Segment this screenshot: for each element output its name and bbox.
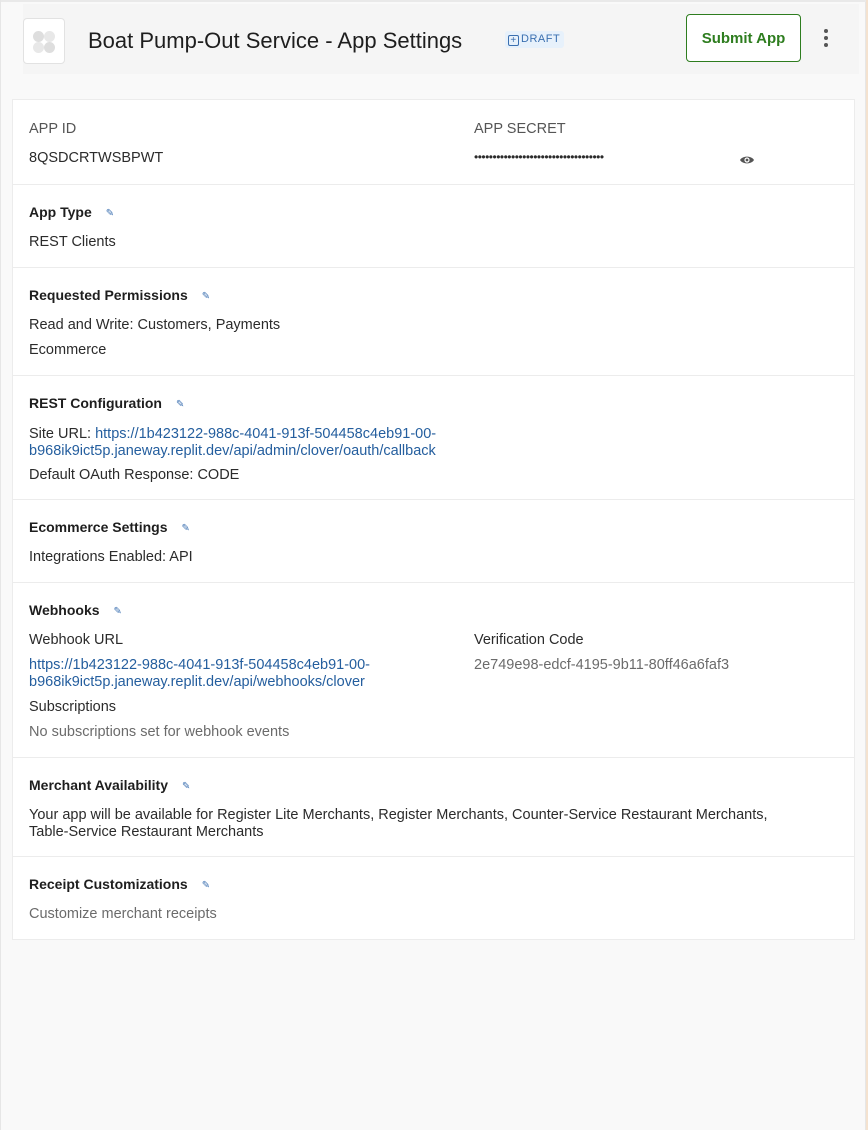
top-divider xyxy=(1,0,867,2)
permissions-line-2: Ecommerce xyxy=(29,342,107,358)
merchant-availability-title-text: Merchant Availability xyxy=(29,777,169,793)
app-settings-page: Boat Pump-Out Service - App Settings + DR… xyxy=(0,0,867,1130)
rest-config-title-text: REST Configuration xyxy=(29,395,162,411)
permissions-section: Requested Permissions ✎ Read and Write: C… xyxy=(13,268,854,376)
verification-code-value: 2e749e98-edcf-4195-9b11-80ff46a6faf3 xyxy=(474,657,730,673)
app-secret-label: APP SECRET xyxy=(474,121,566,137)
ecommerce-title-text: Ecommerce Settings xyxy=(29,519,168,535)
page-title: Boat Pump-Out Service - App Settings xyxy=(88,28,463,53)
receipt-title-text: Receipt Customizations xyxy=(29,876,188,892)
permissions-title-text: Requested Permissions xyxy=(29,287,188,303)
webhook-url-label: Webhook URL xyxy=(29,632,124,648)
submit-app-button[interactable]: Submit App xyxy=(686,14,801,62)
pencil-icon[interactable]: ✎ xyxy=(202,880,210,891)
vertical-ellipsis-icon[interactable] xyxy=(813,26,839,50)
ecommerce-value: Integrations Enabled: API xyxy=(29,549,193,565)
site-url-label: Site URL: xyxy=(29,426,96,442)
app-type-title: App Type ✎ xyxy=(29,204,114,220)
app-id-value: 8QSDCRTWSBPWT xyxy=(29,150,164,166)
merchant-availability-line-1: Your app will be available for Register … xyxy=(29,807,768,823)
receipt-value: Customize merchant receipts xyxy=(29,906,217,922)
webhooks-section: Webhooks ✎ Webhook URL https://1b423122-9… xyxy=(13,583,854,758)
app-placeholder-icon xyxy=(23,18,65,64)
app-secret-value: ••••••••••••••••••••••••••••••••••• xyxy=(474,150,604,164)
app-type-title-text: App Type xyxy=(29,204,92,220)
webhooks-title-text: Webhooks xyxy=(29,602,100,618)
settings-card: APP ID 8QSDCRTWSBPWT APP SECRET ••••••••… xyxy=(12,99,855,940)
app-type-value: REST Clients xyxy=(29,234,116,250)
receipt-title: Receipt Customizations ✎ xyxy=(29,876,210,892)
draft-icon: + xyxy=(508,35,519,46)
page-header: Boat Pump-Out Service - App Settings + DR… xyxy=(23,4,859,74)
pencil-icon[interactable]: ✎ xyxy=(182,781,190,792)
site-url-link-line-1[interactable]: https://1b423122-988c-4041-913f-504458c4… xyxy=(95,426,436,442)
merchant-availability-section: Merchant Availability ✎ Your app will be … xyxy=(13,758,854,857)
merchant-availability-title: Merchant Availability ✎ xyxy=(29,777,190,793)
permissions-title: Requested Permissions ✎ xyxy=(29,287,210,303)
webhook-url-link-line-1[interactable]: https://1b423122-988c-4041-913f-504458c4… xyxy=(29,657,370,673)
eye-icon[interactable] xyxy=(739,154,755,166)
merchant-availability-line-2: Table-Service Restaurant Merchants xyxy=(29,824,264,840)
credentials-section: APP ID 8QSDCRTWSBPWT APP SECRET ••••••••… xyxy=(13,100,854,185)
subscriptions-value: No subscriptions set for webhook events xyxy=(29,724,290,740)
site-url-link-line-2[interactable]: b968ik9ict5p.janeway.replit.dev/api/admi… xyxy=(29,443,436,459)
rest-config-title: REST Configuration ✎ xyxy=(29,395,184,411)
subscriptions-label: Subscriptions xyxy=(29,699,117,715)
verification-code-label: Verification Code xyxy=(474,632,584,648)
webhook-url-link-line-2[interactable]: b968ik9ict5p.janeway.replit.dev/api/webh… xyxy=(29,674,365,690)
webhook-url: https://1b423122-988c-4041-913f-504458c4… xyxy=(29,657,370,691)
permissions-line-1: Read and Write: Customers, Payments xyxy=(29,317,281,333)
pencil-icon[interactable]: ✎ xyxy=(114,606,122,617)
site-url: Site URL: https://1b423122-988c-4041-913… xyxy=(29,426,436,460)
pencil-icon[interactable]: ✎ xyxy=(106,208,114,219)
oauth-response: Default OAuth Response: CODE xyxy=(29,467,240,483)
app-type-section: App Type ✎ REST Clients xyxy=(13,185,854,268)
merchant-availability-text: Your app will be available for Register … xyxy=(29,807,768,841)
app-id-label: APP ID xyxy=(29,121,77,137)
draft-badge-label: DRAFT xyxy=(521,33,561,45)
webhooks-title: Webhooks ✎ xyxy=(29,602,122,618)
rest-config-section: REST Configuration ✎ Site URL: https://1b… xyxy=(13,376,854,500)
pencil-icon[interactable]: ✎ xyxy=(202,291,210,302)
ecommerce-title: Ecommerce Settings ✎ xyxy=(29,519,190,535)
pencil-icon[interactable]: ✎ xyxy=(176,399,184,410)
ecommerce-section: Ecommerce Settings ✎ Integrations Enabled… xyxy=(13,500,854,583)
pencil-icon[interactable]: ✎ xyxy=(182,523,190,534)
draft-badge: + DRAFT xyxy=(505,31,565,48)
receipt-section: Receipt Customizations ✎ Customize mercha… xyxy=(13,857,854,940)
